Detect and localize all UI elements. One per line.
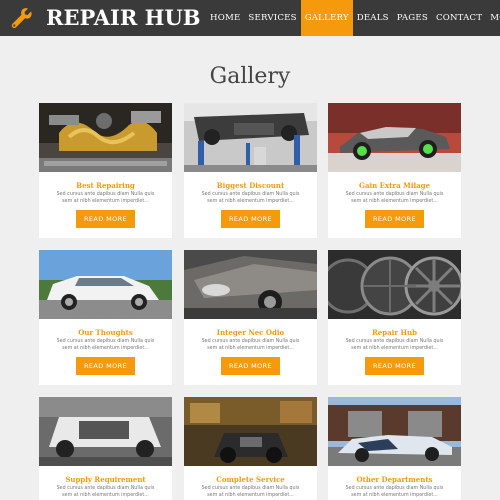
card-description: Sed cursus ante dapibus diam Nulla quis … <box>345 339 444 351</box>
brand-logo[interactable]: REPAIR HUB <box>46 4 201 32</box>
card-image-engine[interactable] <box>39 103 172 172</box>
card-description: Sed cursus ante dapibus diam Nulla quis … <box>201 486 300 498</box>
card-image-wrapped-car[interactable] <box>328 397 461 466</box>
nav-home[interactable]: HOME <box>206 0 244 36</box>
gallery-card: Gain Extra Milage Sed cursus ante dapibu… <box>328 103 461 238</box>
card-image-chassis[interactable] <box>39 397 172 466</box>
gallery-card: Repair Hub Sed cursus ante dapibus diam … <box>328 250 461 385</box>
card-image-white-suv[interactable] <box>39 250 172 319</box>
card-image-rims[interactable] <box>328 250 461 319</box>
card-description: Sed cursus ante dapibus diam Nulla quis … <box>56 339 155 351</box>
gallery-card: Biggest Discount Sed cursus ante dapibus… <box>184 103 317 238</box>
read-more-button[interactable]: READ MORE <box>221 210 280 228</box>
card-title: Integer Nec Odio <box>216 328 285 337</box>
site-header: REPAIR HUB HOME SERVICES GALLERY DEALS P… <box>0 0 500 36</box>
card-image-garage[interactable] <box>184 397 317 466</box>
wrench-icon[interactable] <box>10 6 34 30</box>
gallery-card: Integer Nec Odio Sed cursus ante dapibus… <box>184 250 317 385</box>
gallery-card: Supply Requirement Sed cursus ante dapib… <box>39 397 172 500</box>
card-title: Best Repairing <box>76 181 135 190</box>
card-title: Other Departments <box>356 475 433 484</box>
nav-contact[interactable]: CONTACT <box>432 0 486 36</box>
read-more-button[interactable]: READ MORE <box>76 210 135 228</box>
card-title: Complete Service <box>216 475 285 484</box>
gallery-card: Our Thoughts Sed cursus ante dapibus dia… <box>39 250 172 385</box>
nav-gallery[interactable]: GALLERY <box>300 0 353 36</box>
nav-pages[interactable]: PAGES <box>393 0 432 36</box>
nav-services[interactable]: SERVICES <box>244 0 300 36</box>
card-image-car-lift[interactable] <box>184 103 317 172</box>
main-nav: HOME SERVICES GALLERY DEALS PAGES CONTAC… <box>206 0 500 36</box>
card-title: Gain Extra Milage <box>358 181 431 190</box>
card-description: Sed cursus ante dapibus diam Nulla quis … <box>345 486 444 498</box>
card-description: Sed cursus ante dapibus diam Nulla quis … <box>201 339 300 351</box>
gallery-card: Other Departments Sed cursus ante dapibu… <box>328 397 461 500</box>
card-title: Repair Hub <box>371 328 418 337</box>
read-more-button[interactable]: READ MORE <box>365 210 424 228</box>
card-description: Sed cursus ante dapibus diam Nulla quis … <box>56 486 155 498</box>
nav-more-label: MORE <box>490 13 500 23</box>
read-more-button[interactable]: READ MORE <box>76 357 135 375</box>
card-title: Biggest Discount <box>216 181 285 190</box>
card-description: Sed cursus ante dapibus diam Nulla quis … <box>56 192 155 204</box>
gallery-card: Best Repairing Sed cursus ante dapibus d… <box>39 103 172 238</box>
nav-deals[interactable]: DEALS <box>353 0 393 36</box>
read-more-button[interactable]: READ MORE <box>365 357 424 375</box>
card-title: Supply Requirement <box>65 475 146 484</box>
page-title: Gallery <box>209 64 291 89</box>
card-description: Sed cursus ante dapibus diam Nulla quis … <box>345 192 444 204</box>
card-description: Sed cursus ante dapibus diam Nulla quis … <box>201 192 300 204</box>
read-more-button[interactable]: READ MORE <box>221 357 280 375</box>
card-image-damaged-car[interactable] <box>184 250 317 319</box>
card-title: Our Thoughts <box>78 328 133 337</box>
nav-more[interactable]: MORE▾ <box>486 0 500 36</box>
gallery-card: Complete Service Sed cursus ante dapibus… <box>184 397 317 500</box>
card-image-race-car[interactable] <box>328 103 461 172</box>
